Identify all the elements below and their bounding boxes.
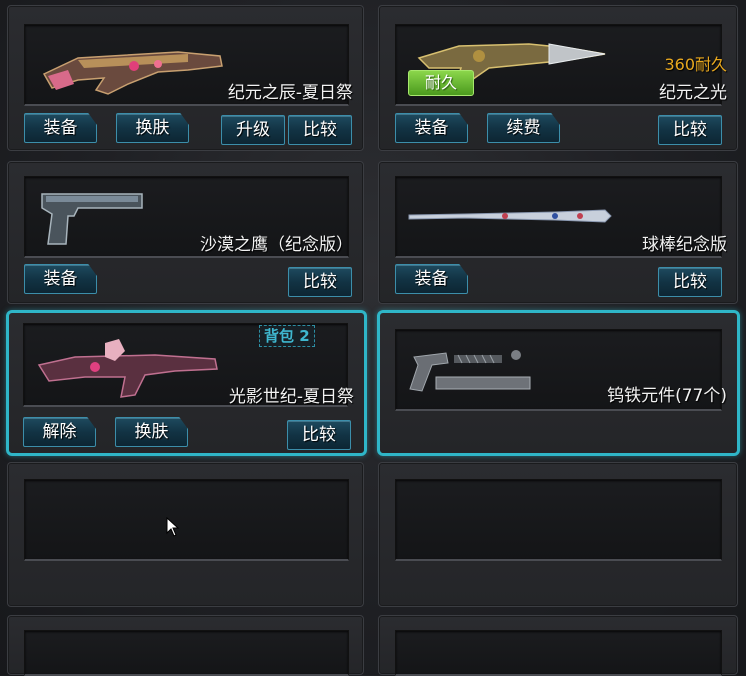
empty-card[interactable]	[378, 615, 738, 676]
upgrade-button[interactable]: 升级	[221, 115, 285, 145]
item-name: 球棒纪念版	[642, 235, 727, 255]
item-card-4[interactable]: 球棒纪念版 装备 比较	[378, 161, 738, 304]
item-card-1[interactable]: 纪元之辰-夏日祭 装备 换肤 升级 比较	[7, 5, 364, 151]
empty-card[interactable]	[378, 462, 738, 607]
equip-button[interactable]: 装备	[395, 113, 468, 143]
pistol-icon	[41, 193, 143, 245]
skin-button[interactable]: 换肤	[116, 113, 189, 143]
rifle-icon	[37, 339, 218, 398]
bat-icon	[408, 209, 612, 223]
item-name: 纪元之光	[659, 83, 727, 103]
durability-text: 360耐久	[664, 55, 727, 74]
equip-button[interactable]: 装备	[24, 113, 97, 143]
compare-button[interactable]: 比较	[658, 115, 722, 145]
compare-button[interactable]: 比较	[288, 115, 352, 145]
equip-button[interactable]: 装备	[395, 264, 468, 294]
cursor-icon	[166, 517, 180, 537]
item-card-3[interactable]: 沙漠之鹰（纪念版） 装备 比较	[7, 161, 364, 304]
item-card-5[interactable]: 背包 2 光影世纪-夏日祭 解除 换肤 比较	[6, 310, 367, 456]
backpack-badge: 背包 2	[259, 325, 315, 347]
skin-button[interactable]: 换肤	[115, 417, 188, 447]
item-name: 沙漠之鹰（纪念版）	[200, 235, 353, 255]
item-name: 光影世纪-夏日祭	[228, 387, 354, 407]
item-card-6[interactable]: 钨铁元件(77个)	[377, 310, 740, 456]
item-slot	[395, 479, 722, 561]
compare-button[interactable]: 比较	[658, 267, 722, 297]
item-slot	[24, 479, 349, 561]
equip-button[interactable]: 装备	[24, 264, 97, 294]
item-slot	[24, 630, 349, 676]
parts-icon	[409, 350, 531, 392]
compare-button[interactable]: 比较	[287, 420, 351, 450]
item-name: 纪元之辰-夏日祭	[227, 83, 353, 103]
rifle-icon	[42, 51, 223, 95]
empty-card[interactable]	[7, 462, 364, 607]
compare-button[interactable]: 比较	[288, 267, 352, 297]
item-name: 钨铁元件(77个)	[607, 386, 727, 406]
item-slot	[395, 630, 722, 676]
item-card-2[interactable]: 360耐久 耐久 纪元之光 装备 续费 比较	[378, 5, 738, 151]
empty-card[interactable]	[7, 615, 364, 676]
durable-tag: 耐久	[408, 70, 474, 96]
renew-button[interactable]: 续费	[487, 113, 560, 143]
unequip-button[interactable]: 解除	[23, 417, 96, 447]
